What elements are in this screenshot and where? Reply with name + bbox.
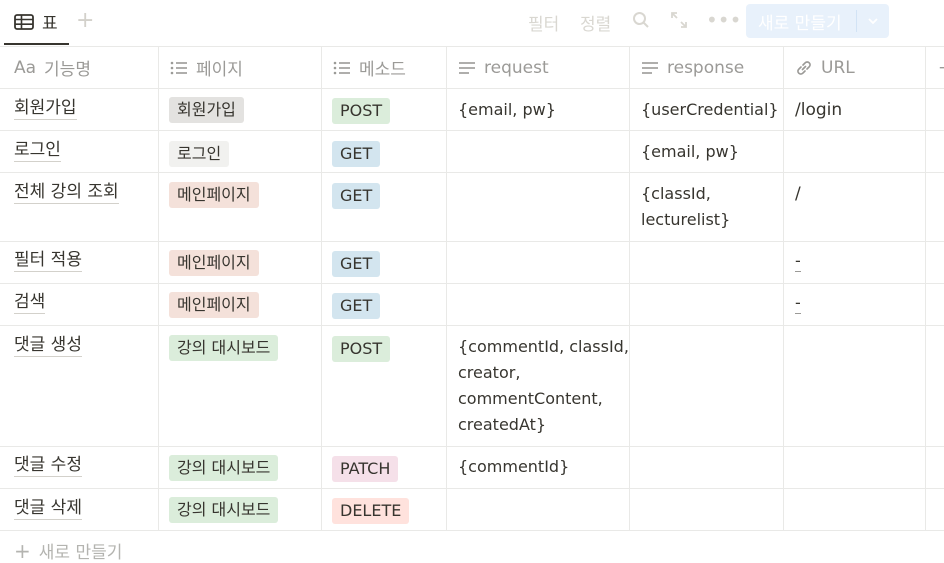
url-text[interactable]: /login [795, 97, 842, 123]
method-tag: DELETE [332, 498, 410, 524]
add-property-icon[interactable]: + [938, 47, 944, 88]
new-row-label: 새로 만들기 [38, 543, 123, 563]
request-text[interactable]: creator, [458, 360, 520, 386]
method-tag: PATCH [332, 456, 399, 482]
row-divider [0, 130, 944, 131]
chevron-down-icon[interactable] [866, 13, 880, 33]
link-icon [797, 60, 811, 75]
row-divider [0, 172, 944, 173]
plus-icon: + [14, 538, 31, 563]
row-title[interactable]: 검색 [14, 291, 46, 314]
method-tag: GET [332, 141, 381, 167]
column-divider [446, 47, 447, 531]
request-text[interactable]: commentContent, [458, 386, 603, 412]
page-tag: 강의 대시보드 [169, 497, 279, 523]
url-text[interactable]: / [795, 181, 801, 207]
row-divider [0, 488, 944, 489]
add-view-icon[interactable]: + [76, 8, 94, 33]
column-header-request[interactable]: request [458, 47, 549, 88]
sort-button[interactable]: 정렬 [580, 10, 611, 35]
column-header-label: URL [821, 57, 855, 78]
column-header-label: 페이지 [196, 60, 243, 80]
new-button[interactable]: 새로 만들기 [746, 4, 889, 38]
page-tag: 강의 대시보드 [169, 455, 279, 481]
text-lines-icon [642, 61, 658, 74]
new-row-button[interactable]: + 새로 만들기 [14, 538, 122, 563]
text-lines-icon [459, 61, 475, 74]
column-header-response[interactable]: response [641, 47, 744, 88]
response-text[interactable]: {classId, [641, 181, 711, 207]
column-header-label: request [484, 57, 549, 78]
column-divider [783, 47, 784, 531]
tab-table-label: 표 [42, 14, 58, 34]
url-text[interactable]: - [795, 251, 801, 272]
tab-table-view[interactable]: 표 [4, 0, 69, 45]
method-tag: GET [332, 183, 381, 209]
request-text[interactable]: {commentId} [458, 454, 569, 480]
column-header-method[interactable]: 메소드 [333, 47, 406, 88]
filter-button[interactable]: 필터 [528, 10, 559, 35]
row-title[interactable]: 댓글 생성 [14, 334, 82, 357]
title-aa-icon: Aa [14, 57, 37, 78]
page-tag: 메인페이지 [169, 250, 259, 276]
row-title[interactable]: 회원가입 [14, 97, 77, 120]
list-icon [170, 61, 187, 74]
page-tag: 메인페이지 [169, 182, 259, 208]
page-tag: 회원가입 [169, 97, 244, 123]
response-text[interactable]: {email, pw} [641, 139, 739, 165]
list-icon [333, 61, 350, 74]
row-divider [0, 530, 944, 531]
new-button-label: 새로 만들기 [758, 13, 842, 34]
column-divider [925, 47, 926, 531]
column-header-label: 메소드 [359, 60, 406, 80]
row-divider [0, 241, 944, 242]
page-tag: 로그인 [169, 141, 230, 167]
row-title[interactable]: 필터 적용 [14, 249, 82, 272]
response-text[interactable]: {userCredential} [641, 97, 779, 123]
expand-icon[interactable] [670, 11, 688, 33]
column-divider [158, 47, 159, 531]
method-tag: GET [332, 293, 381, 319]
view-toolbar: 표 + 필터 정렬 ••• 새로 만들기 [0, 0, 944, 46]
page-tag: 메인페이지 [169, 292, 259, 318]
row-title[interactable]: 댓글 삭제 [14, 497, 82, 520]
request-text[interactable]: {email, pw} [458, 97, 556, 123]
table-icon [14, 13, 34, 30]
request-text[interactable]: {commentId, classId, [458, 334, 629, 360]
url-text[interactable]: - [795, 293, 801, 314]
column-header-page[interactable]: 페이지 [170, 47, 243, 88]
method-tag: POST [332, 98, 391, 124]
new-button-divider [856, 10, 857, 32]
search-icon[interactable] [632, 11, 650, 33]
row-title[interactable]: 댓글 수정 [14, 454, 82, 477]
column-header-url[interactable]: URL [795, 47, 855, 88]
page-tag: 강의 대시보드 [169, 335, 279, 361]
method-tag: POST [332, 336, 391, 362]
row-title[interactable]: 전체 강의 조회 [14, 181, 119, 204]
response-text[interactable]: lecturelist} [641, 207, 730, 233]
row-divider [0, 88, 944, 89]
column-header-name[interactable]: Aa 기능명 [14, 47, 91, 88]
row-divider [0, 325, 944, 326]
column-header-label: response [667, 57, 745, 78]
more-options-icon[interactable]: ••• [706, 8, 741, 32]
method-tag: GET [332, 251, 381, 277]
row-title[interactable]: 로그인 [14, 139, 61, 162]
column-divider [321, 47, 322, 531]
column-header-label: 기능명 [44, 60, 91, 80]
request-text[interactable]: createdAt} [458, 412, 546, 438]
column-divider [629, 47, 630, 531]
row-divider [0, 283, 944, 284]
row-divider [0, 446, 944, 447]
